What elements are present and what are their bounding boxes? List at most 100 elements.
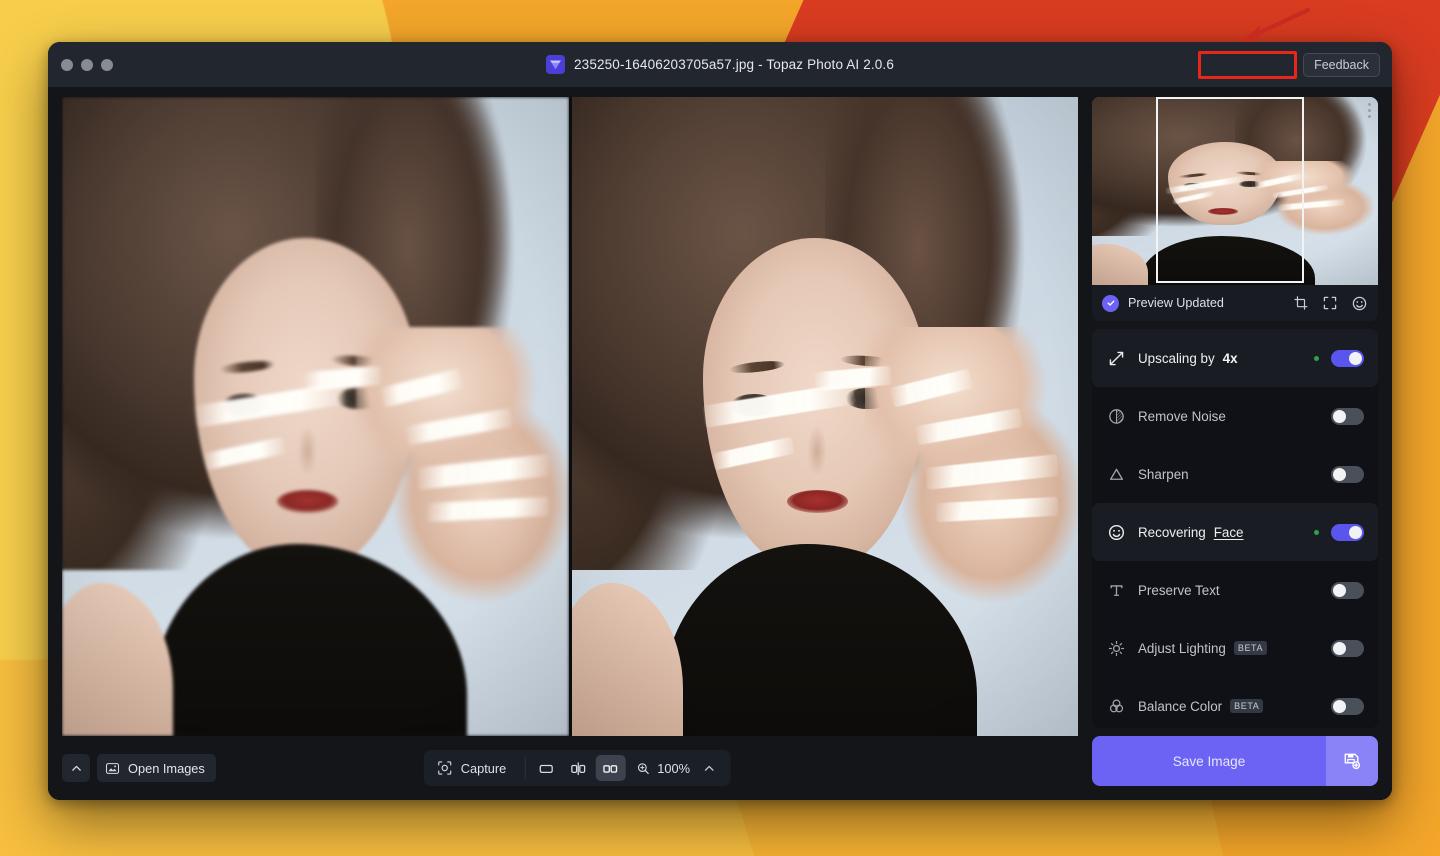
title-bar: 235250-16406203705a57.jpg - Topaz Photo … [48,42,1392,87]
view-mode-segment [531,755,626,781]
face-icon[interactable] [1351,295,1368,312]
topaz-logo-icon [546,55,566,74]
capture-frame-icon [438,761,452,775]
view-controls-group: Capture 100% [423,750,731,786]
save-actions-row: Save Image [1092,736,1378,786]
smiley-face-icon [1106,523,1126,542]
viewer-column: Open Images Capture 100% [48,87,1092,800]
bottom-toolbar-left: Open Images [62,754,216,782]
toggle-balance-color[interactable] [1331,697,1364,715]
toggle-upscaling[interactable] [1331,349,1364,367]
toggle-preserve-text[interactable] [1331,581,1364,599]
setting-label-adjust-lighting: Adjust Lighting BETA [1138,641,1302,656]
open-images-button[interactable]: Open Images [97,754,216,782]
setting-label-sharpen: Sharpen [1138,467,1302,482]
setting-label-value: Face [1213,524,1244,540]
original-photo [62,97,569,736]
title-center-group: 235250-16406203705a57.jpg - Topaz Photo … [48,42,1392,87]
setting-label-text: Recovering [1138,524,1206,540]
toggle-sharpen[interactable] [1331,465,1364,483]
setting-row-remove-noise[interactable]: Remove Noise [1092,387,1378,445]
minimize-button[interactable] [81,58,93,71]
preview-status-bar: Preview Updated [1092,285,1378,321]
image-comparison-stage[interactable] [62,97,1078,736]
status-indicator-dot [1314,529,1319,535]
save-as-icon [1344,753,1361,770]
fullscreen-icon[interactable] [1322,295,1338,311]
toggle-adjust-lighting[interactable] [1331,639,1364,657]
enhanced-photo [571,97,1078,736]
noise-circle-icon [1106,407,1126,426]
capture-button[interactable]: Capture [428,754,519,782]
setting-label-text: Sharpen [1138,466,1189,482]
setting-label-text: Remove Noise [1138,408,1226,424]
text-t-icon [1106,581,1126,600]
beta-badge: BETA [1230,699,1264,713]
sun-icon [1106,639,1126,658]
setting-row-upscaling[interactable]: Upscaling by 4x [1092,329,1378,387]
setting-label-text: Balance Color [1138,698,1223,714]
save-image-button[interactable]: Save Image [1092,736,1326,786]
preview-crop-selection[interactable] [1156,97,1304,283]
setting-label-text: Preserve Text [1138,582,1220,598]
setting-label-remove-noise: Remove Noise [1138,409,1302,424]
collapse-filmstrip-button[interactable] [62,754,90,782]
capture-label: Capture [460,760,507,776]
zoom-control[interactable]: 100% [625,757,726,779]
maximize-button[interactable] [101,58,113,71]
preview-status-text: Preview Updated [1128,296,1224,310]
bottom-toolbar: Open Images Capture 100% [62,736,1092,800]
toolbar-divider [524,757,526,779]
setting-row-adjust-lighting[interactable]: Adjust Lighting BETA [1092,619,1378,677]
close-button[interactable] [61,58,73,71]
titlebar-right-group: Feedback [1199,42,1380,87]
hidden-titlebar-slot[interactable] [1199,52,1294,77]
check-icon [1102,294,1119,312]
status-indicator-dot [1314,355,1319,361]
zoom-menu-button[interactable] [698,757,720,779]
single-view-icon [539,764,553,773]
image-pane-enhanced[interactable] [568,97,1078,736]
chevron-up-icon [704,765,714,771]
setting-row-balance-color[interactable]: Balance Color BETA [1092,677,1378,728]
side-by-side-view-icon [603,764,618,773]
setting-label-recovering-face: Recovering Face [1138,525,1302,540]
setting-row-preserve-text[interactable]: Preserve Text [1092,561,1378,619]
view-mode-side-by-side[interactable] [595,755,626,781]
magnifier-icon [637,762,649,774]
image-pane-original[interactable] [62,97,569,736]
upscale-arrow-icon [1106,349,1126,368]
color-wheel-icon [1106,697,1126,716]
setting-row-sharpen[interactable]: Sharpen [1092,445,1378,503]
zoom-level-value: 100% [657,760,690,776]
toggle-recovering-face[interactable] [1331,523,1364,541]
crop-icon[interactable] [1293,295,1309,311]
triangle-icon [1106,465,1126,484]
preview-card: Preview Updated [1092,97,1378,321]
window-title: 235250-16406203705a57.jpg - Topaz Photo … [574,57,894,72]
setting-label-preserve-text: Preserve Text [1138,583,1302,598]
chevron-up-icon [71,765,81,771]
settings-sidebar: Preview Updated Upscaling by 4x Remove N… [1092,87,1392,800]
app-body: Open Images Capture 100% Preview Updated… [48,87,1392,800]
open-images-label: Open Images [128,760,205,776]
toggle-remove-noise[interactable] [1331,407,1364,425]
setting-label-balance-color: Balance Color BETA [1138,699,1302,714]
more-options-icon[interactable] [1368,103,1371,118]
setting-label-text: Adjust Lighting [1138,640,1226,656]
settings-list[interactable]: Upscaling by 4x Remove Noise Sharpen Rec… [1092,329,1378,728]
desktop-wallpaper: 235250-16406203705a57.jpg - Topaz Photo … [0,0,1440,856]
save-as-button[interactable] [1326,736,1378,786]
view-mode-split[interactable] [563,755,593,781]
view-mode-single[interactable] [531,755,561,781]
feedback-button[interactable]: Feedback [1303,52,1380,77]
preview-thumbnail[interactable] [1092,97,1378,285]
beta-badge: BETA [1233,641,1268,655]
app-window: 235250-16406203705a57.jpg - Topaz Photo … [48,42,1392,800]
window-controls[interactable] [61,58,113,71]
preview-action-icons [1293,295,1368,312]
image-icon [105,762,120,774]
split-view-icon [571,761,586,775]
setting-label-text: Upscaling by [1138,350,1215,366]
setting-row-recovering-face[interactable]: Recovering Face [1092,503,1378,561]
